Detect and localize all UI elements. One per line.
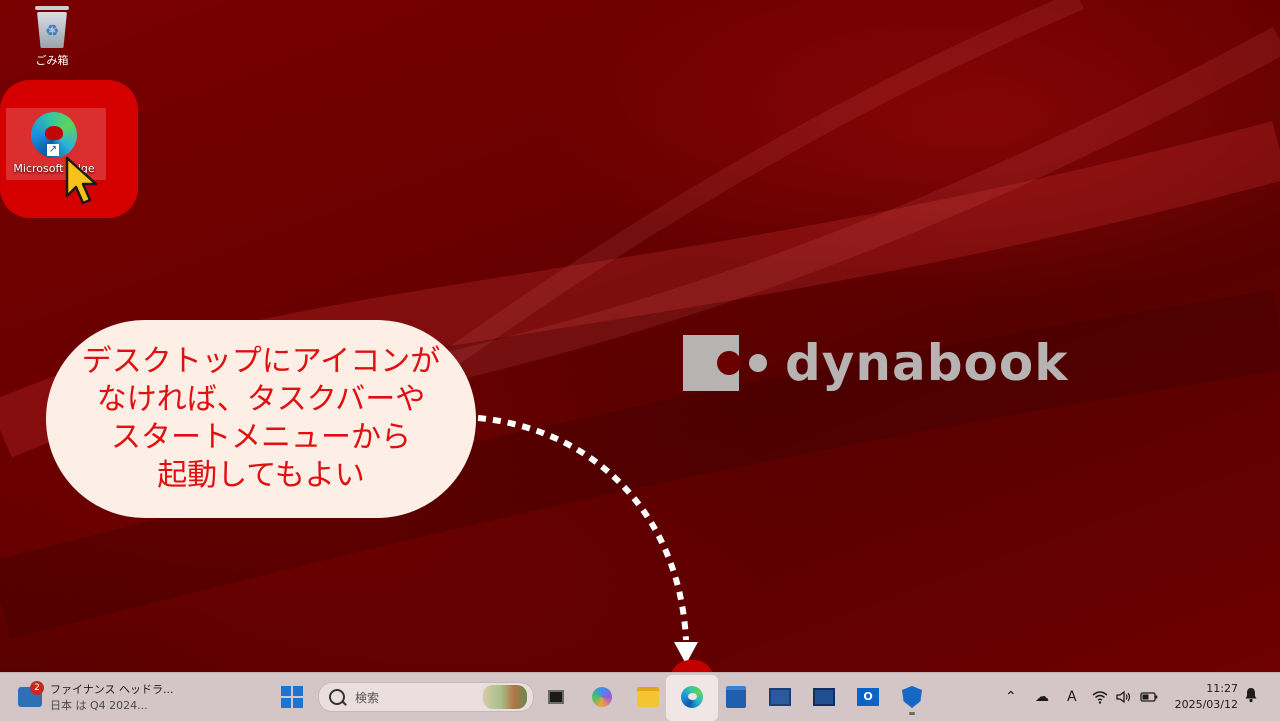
app-icon (813, 688, 835, 706)
search-placeholder: 検索 (355, 690, 380, 705)
taskbar: 2 ファイナンス ヘッドラ... 日本 は Q4 2024... O ⌃ ☁ A… (0, 672, 1280, 721)
notification-bell-icon[interactable] (1244, 687, 1258, 703)
copilot-button[interactable] (586, 681, 618, 713)
microsoft-store-button[interactable] (720, 681, 752, 713)
widgets-button[interactable]: 2 ファイナンス ヘッドラ... 日本 は Q4 2024... (18, 679, 174, 715)
search-box[interactable]: 検索 (318, 682, 534, 712)
outlook-button[interactable]: O (852, 681, 884, 713)
clock[interactable]: 11:27 2025/03/12 (1170, 681, 1238, 713)
notification-badge: 2 (30, 681, 44, 695)
shield-icon (902, 686, 922, 708)
edge-icon (681, 686, 703, 708)
edge-taskbar-button[interactable] (676, 681, 708, 713)
show-hidden-icons-button[interactable]: ⌃ (998, 673, 1024, 721)
start-button[interactable] (276, 681, 308, 713)
windows-logo-icon (281, 686, 303, 708)
task-view-button[interactable] (540, 681, 572, 713)
clock-time: 11:27 (1206, 682, 1238, 695)
chevron-up-icon: ⌃ (1005, 689, 1017, 705)
search-highlight-image (483, 685, 527, 709)
network-button[interactable] (1092, 673, 1108, 721)
pinned-app-button[interactable] (808, 681, 840, 713)
file-explorer-button[interactable] (632, 681, 664, 713)
widget-subtitle: 日本 は Q4 2024... (50, 699, 148, 712)
ime-mode: A (1067, 689, 1077, 705)
onedrive-button[interactable]: ☁ (1028, 673, 1056, 721)
task-view-icon (548, 690, 564, 704)
widget-text: ファイナンス ヘッドラ... 日本 は Q4 2024... (50, 681, 174, 713)
search-icon (329, 689, 345, 705)
clock-date: 2025/03/12 (1174, 698, 1238, 711)
windows-security-button[interactable] (896, 681, 928, 715)
store-icon (726, 686, 746, 708)
wifi-icon (1092, 691, 1108, 704)
outlook-icon: O (857, 688, 879, 706)
battery-button[interactable] (1140, 673, 1158, 721)
speaker-icon (1116, 690, 1131, 704)
widget-title: ファイナンス ヘッドラ... (50, 683, 174, 696)
battery-charging-icon (1140, 692, 1158, 702)
volume-button[interactable] (1116, 673, 1132, 721)
copilot-icon (592, 687, 612, 707)
finance-widget-icon: 2 (18, 681, 44, 707)
callout-arrow (477, 415, 698, 664)
cloud-icon: ☁ (1035, 689, 1049, 705)
pinned-app-button[interactable] (764, 681, 796, 713)
folder-icon (637, 687, 659, 707)
app-icon (769, 688, 791, 706)
ime-mode-button[interactable]: A (1060, 673, 1084, 721)
